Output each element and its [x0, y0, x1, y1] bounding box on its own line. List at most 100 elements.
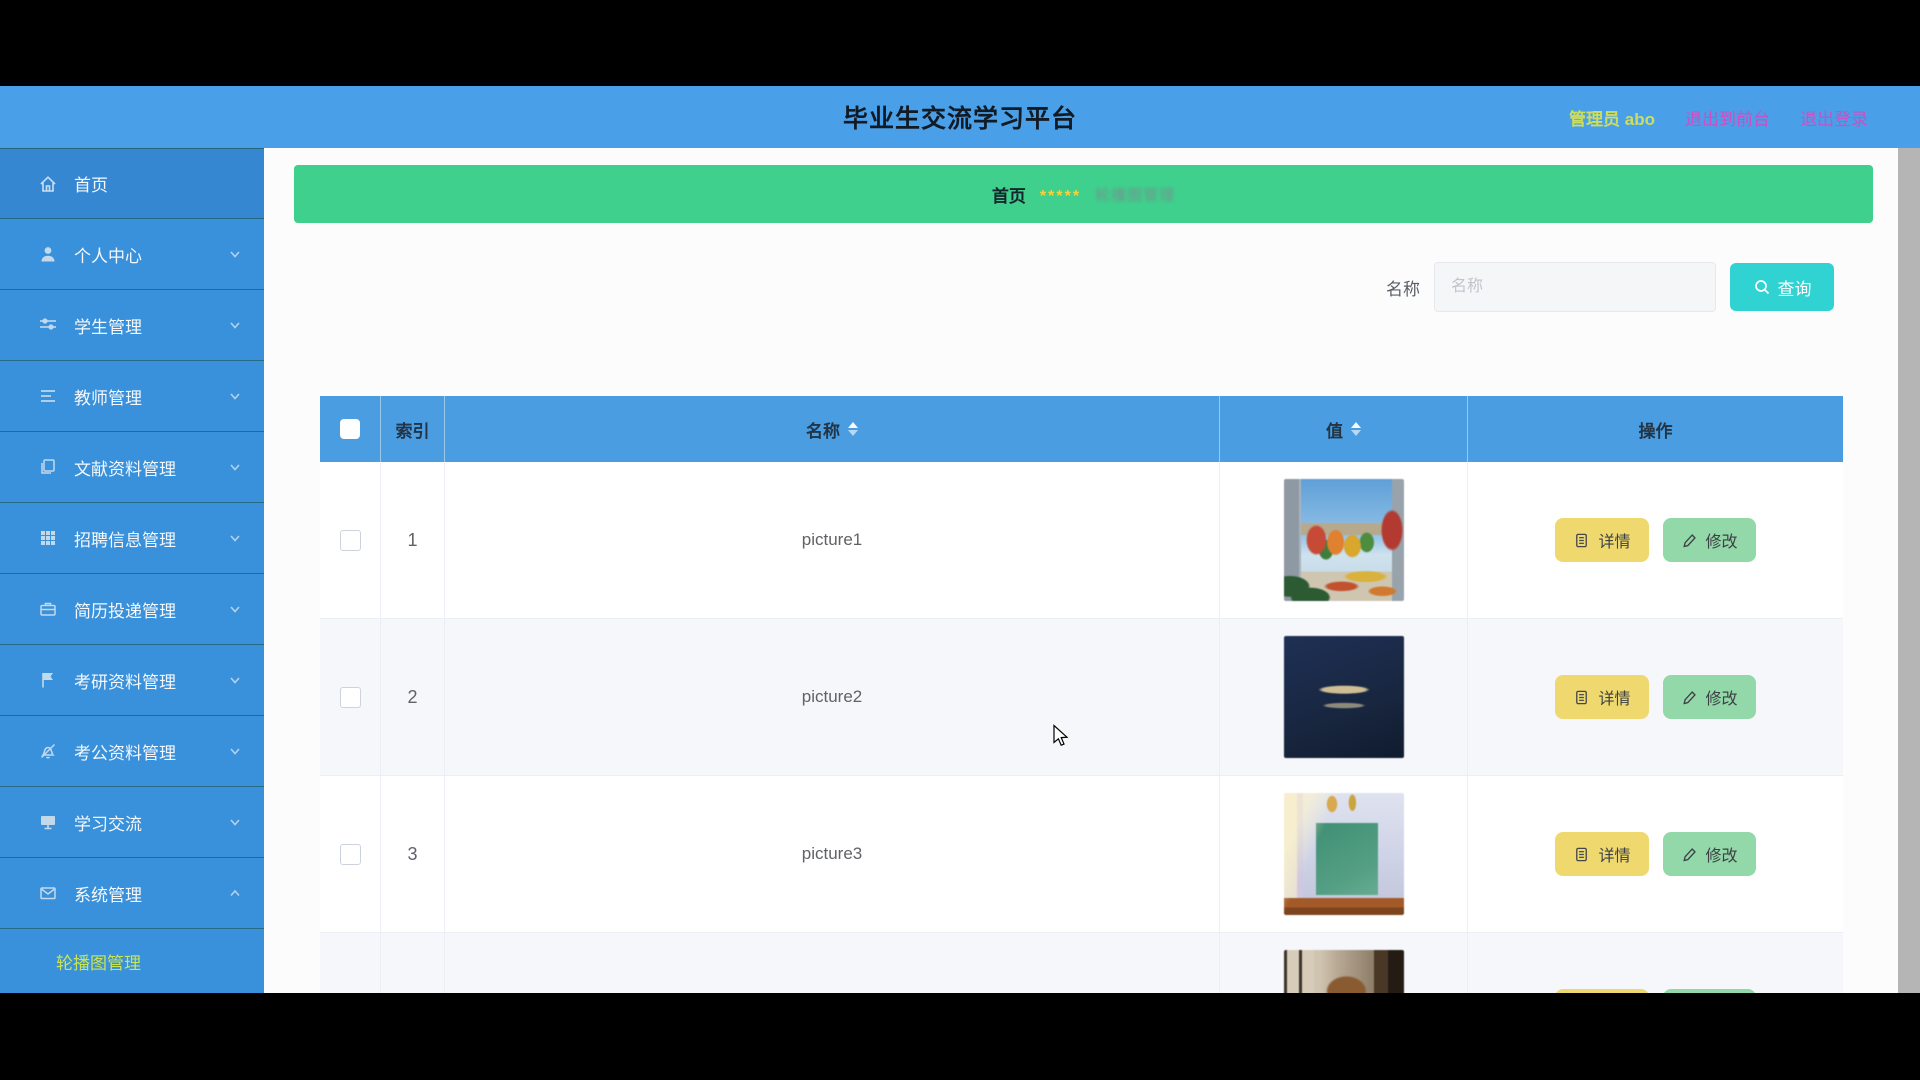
document-icon [1573, 689, 1590, 706]
pencil-icon [1681, 846, 1698, 863]
edit-button[interactable]: 修改 [1663, 832, 1756, 876]
sidebar-subitem-label: 轮播图管理 [56, 949, 141, 974]
letterbox-top [0, 0, 1920, 86]
chevron-up-icon [228, 886, 242, 900]
sidebar-item-teacher-mgmt[interactable]: 教师管理 [0, 361, 264, 432]
detail-button[interactable]: 详情 [1555, 675, 1648, 719]
table-row: 3 picture3 详情 修改 [320, 776, 1843, 933]
edit-button-label: 修改 [1706, 685, 1738, 709]
chevron-down-icon [228, 531, 242, 545]
mail-icon [38, 883, 58, 903]
row-index: 2 [381, 619, 445, 775]
sliders-icon [38, 315, 58, 335]
exit-to-front-link[interactable]: 退出到前台 [1685, 105, 1770, 130]
row-checkbox[interactable] [340, 687, 361, 708]
search-bar: 名称 查询 [1386, 262, 1834, 312]
screen: 毕业生交流学习平台 管理员 abo 退出到前台 退出登录 首页 个人中心 学生管… [0, 0, 1920, 1080]
carousel-image [1284, 636, 1404, 758]
current-user-label: 管理员 abo [1569, 105, 1655, 130]
select-all-checkbox[interactable] [340, 419, 360, 439]
sidebar-item-label: 招聘信息管理 [74, 526, 176, 551]
pencil-icon [1681, 689, 1698, 706]
search-label: 名称 [1386, 275, 1420, 300]
sort-caret-icon[interactable] [848, 422, 858, 436]
detail-button-label: 详情 [1598, 528, 1630, 552]
row-index: 3 [381, 776, 445, 932]
banner-title: 首页 [992, 182, 1026, 207]
sidebar-item-personal-center[interactable]: 个人中心 [0, 219, 264, 290]
chevron-down-icon [228, 389, 242, 403]
edit-button-label: 修改 [1706, 528, 1738, 552]
sort-caret-icon[interactable] [1351, 422, 1361, 436]
sidebar-item-label: 教师管理 [74, 384, 142, 409]
row-checkbox[interactable] [340, 844, 361, 865]
edit-button[interactable]: 修改 [1663, 518, 1756, 562]
grid-icon [38, 528, 58, 548]
bell-off-icon [38, 741, 58, 761]
user-icon [38, 244, 58, 264]
logout-link[interactable]: 退出登录 [1800, 105, 1868, 130]
document-icon [1573, 532, 1590, 549]
carousel-image [1284, 950, 1404, 993]
row-name: picture2 [445, 619, 1220, 775]
search-input[interactable] [1434, 262, 1716, 312]
sidebar-item-label: 考公资料管理 [74, 739, 176, 764]
sidebar-item-label: 学生管理 [74, 313, 142, 338]
pencil-icon [1681, 532, 1698, 549]
sidebar-item-label: 文献资料管理 [74, 455, 176, 480]
column-header-name: 名称 [806, 417, 840, 442]
sidebar-item-student-mgmt[interactable]: 学生管理 [0, 290, 264, 361]
briefcase-icon [38, 599, 58, 619]
sidebar-item-resume-mgmt[interactable]: 简历投递管理 [0, 574, 264, 645]
chevron-down-icon [228, 460, 242, 474]
search-button[interactable]: 查询 [1730, 263, 1834, 311]
chevron-down-icon [228, 815, 242, 829]
sidebar-item-label: 考研资料管理 [74, 668, 176, 693]
documents-icon [38, 457, 58, 477]
monitor-icon [38, 812, 58, 832]
row-index [381, 933, 445, 993]
row-index: 1 [381, 462, 445, 618]
search-icon [1753, 278, 1771, 296]
detail-button-label: 详情 [1598, 685, 1630, 709]
column-header-value: 值 [1326, 417, 1343, 442]
main-content: 首页 ***** 轮播图管理 名称 查询 索引 名称 值 操作 [264, 148, 1898, 993]
flag-icon [38, 670, 58, 690]
chevron-down-icon [228, 602, 242, 616]
scrollbar-track[interactable] [1898, 148, 1920, 993]
chevron-down-icon [228, 247, 242, 261]
sidebar-subitem-carousel-mgmt[interactable]: 轮播图管理 [0, 929, 264, 993]
letterbox-bottom [0, 993, 1920, 1080]
sidebar-item-label: 简历投递管理 [74, 597, 176, 622]
edit-button[interactable]: 修改 [1663, 675, 1756, 719]
app-header: 毕业生交流学习平台 管理员 abo 退出到前台 退出登录 [0, 86, 1920, 148]
sidebar-item-study-exchange[interactable]: 学习交流 [0, 787, 264, 858]
carousel-table: 索引 名称 值 操作 1 picture1 详情 修改 [320, 396, 1843, 993]
chevron-down-icon [228, 744, 242, 758]
carousel-image [1284, 479, 1404, 601]
banner-watermark: 轮播图管理 [1095, 184, 1175, 205]
sidebar-item-recruitment-mgmt[interactable]: 招聘信息管理 [0, 503, 264, 574]
edit-button-label: 修改 [1706, 842, 1738, 866]
breadcrumb-banner: 首页 ***** 轮播图管理 [294, 165, 1873, 223]
sidebar-item-postgrad-mgmt[interactable]: 考研资料管理 [0, 645, 264, 716]
chevron-down-icon [228, 673, 242, 687]
sidebar-item-literature-mgmt[interactable]: 文献资料管理 [0, 432, 264, 503]
row-checkbox[interactable] [340, 530, 361, 551]
detail-button-label: 详情 [1598, 842, 1630, 866]
search-button-label: 查询 [1778, 275, 1812, 300]
sidebar-item-label: 首页 [74, 171, 108, 196]
sidebar-item-home[interactable]: 首页 [0, 148, 264, 219]
detail-button[interactable]: 详情 [1555, 832, 1648, 876]
sidebar-item-label: 学习交流 [74, 810, 142, 835]
detail-button[interactable]: 详情 [1555, 518, 1648, 562]
sidebar-item-civilexam-mgmt[interactable]: 考公资料管理 [0, 716, 264, 787]
sidebar-item-label: 系统管理 [74, 881, 142, 906]
home-icon [38, 174, 58, 194]
column-header-actions: 操作 [1639, 417, 1673, 442]
sidebar-item-system-mgmt[interactable]: 系统管理 [0, 858, 264, 929]
chevron-down-icon [228, 318, 242, 332]
sidebar: 首页 个人中心 学生管理 教师管理 文献资料管理 招聘信息管理 [0, 148, 264, 993]
row-name: picture1 [445, 462, 1220, 618]
column-header-index: 索引 [396, 417, 430, 442]
